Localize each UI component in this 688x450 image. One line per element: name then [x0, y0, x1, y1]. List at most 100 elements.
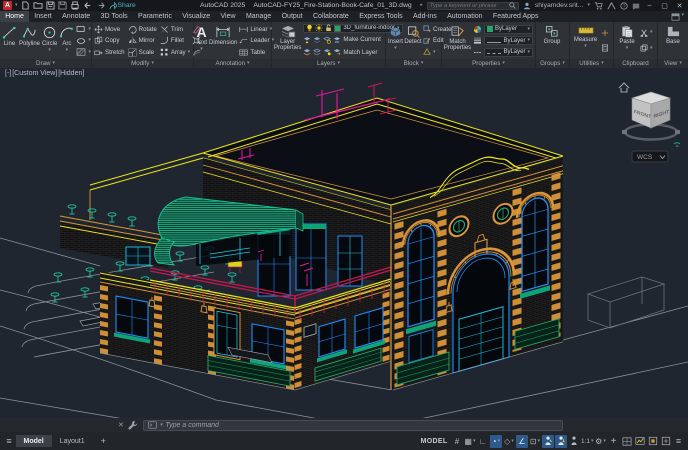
tab-featured-apps[interactable]: Featured Apps	[488, 11, 544, 22]
ortho-toggle[interactable]: ∟	[477, 435, 489, 448]
viewcube-home-icon[interactable]	[618, 82, 630, 93]
viewcube-network-icon[interactable]	[673, 142, 681, 147]
isometric-drafting-toggle[interactable]: ◇ ▾	[503, 435, 515, 448]
ellipse-tool[interactable]: ▾	[76, 35, 91, 46]
tab-insert[interactable]: Insert	[29, 11, 57, 22]
layout1-tab[interactable]: Layout1	[52, 435, 93, 447]
layout-menu-icon[interactable]: ≡	[3, 435, 15, 448]
snap-toggle[interactable]: ▦ ▾	[464, 435, 476, 448]
copy-clip-tool[interactable]: ▾	[640, 43, 653, 54]
polyline-tool[interactable]: Polyline	[19, 23, 40, 58]
object-snap-toggle[interactable]: ⊡ ▾	[529, 435, 541, 448]
trim-tool[interactable]: Trim	[160, 24, 190, 35]
units-icon[interactable]	[621, 435, 633, 448]
move-tool[interactable]: Move	[94, 24, 125, 35]
model-space-canvas[interactable]: [-] [Custom View] [Hidden] FRONT RIGHT W…	[0, 68, 688, 418]
tab-view[interactable]: View	[215, 11, 240, 22]
viewcube[interactable]: FRONT RIGHT WCS	[618, 82, 681, 163]
linear-dimension-tool[interactable]: Linear ▾	[239, 24, 274, 35]
stretch-tool[interactable]: Stretch	[94, 47, 125, 58]
clean-screen-icon[interactable]	[660, 435, 672, 448]
workspace-switching[interactable]: ⚙ ▾	[595, 435, 607, 448]
measure-tool[interactable]: Measure ▾	[572, 23, 599, 58]
scale-tool[interactable]: Scale	[128, 47, 157, 58]
panel-label-block[interactable]: Block ▾	[386, 59, 441, 68]
match-properties-button[interactable]: Match Properties	[444, 23, 471, 58]
minimize-button[interactable]: –	[644, 2, 655, 9]
array-tool[interactable]: Array ▾	[160, 47, 190, 58]
circle-tool[interactable]: Circle ▾	[42, 23, 57, 58]
hatch-tool[interactable]: ▾	[76, 47, 91, 58]
user-avatar-icon[interactable]	[523, 2, 531, 10]
app-menu-button[interactable]: A	[3, 1, 12, 10]
cut-tool[interactable]: ▾	[640, 27, 653, 38]
layer-properties-button[interactable]: Layer Properties	[274, 23, 301, 58]
circle-chevron-icon[interactable]: ▾	[48, 48, 51, 53]
save-icon[interactable]	[45, 1, 55, 10]
user-menu-chevron-icon[interactable]: ▾	[587, 3, 590, 8]
object-snap-tracking-toggle[interactable]: ∠	[515, 434, 528, 448]
paste-button[interactable]: Paste ▾	[616, 23, 638, 58]
tab-annotate[interactable]: Annotate	[57, 11, 95, 22]
autodesk-logo-icon[interactable]	[607, 1, 616, 10]
wireframe-drawing[interactable]: FRONT RIGHT WCS	[0, 68, 688, 418]
maximize-button[interactable]: ▢	[659, 2, 670, 10]
layer-freeze-sun-icon[interactable]	[315, 24, 324, 32]
close-button[interactable]: ✕	[674, 2, 685, 10]
arc-tool[interactable]: Arc ▾	[59, 23, 74, 58]
text-tool[interactable]: A Text ▾	[196, 23, 207, 58]
help-icon[interactable]: ?	[620, 1, 628, 10]
panel-label-layers[interactable]: Layers ▾	[272, 59, 385, 68]
grid-toggle[interactable]: #	[451, 435, 463, 448]
group-tool[interactable]: Group	[538, 23, 566, 58]
undo-icon[interactable]	[83, 1, 93, 10]
leader-tool[interactable]: Leader ▾	[239, 35, 274, 46]
id-point-tool[interactable]	[601, 27, 609, 38]
viewport-menu-control[interactable]: [-]	[5, 70, 11, 77]
insert-block-tool[interactable]: Insert ▾	[388, 23, 403, 58]
mirror-tool[interactable]: Mirror	[128, 35, 157, 46]
tab-collaborate[interactable]: Collaborate	[308, 11, 354, 22]
open-folder-icon[interactable]	[33, 1, 43, 10]
quick-calc-tool[interactable]	[601, 43, 609, 54]
model-tab[interactable]: Model	[15, 435, 52, 447]
viewport-visual-style-control[interactable]: [Hidden]	[58, 70, 84, 77]
tab-manage[interactable]: Manage	[241, 11, 277, 22]
ribbon-display-toggle[interactable]: ▾	[671, 12, 684, 21]
app-store-cart-icon[interactable]	[594, 1, 603, 10]
layer-unlock-icon[interactable]	[325, 24, 332, 32]
polar-tracking-toggle[interactable]: ◔ ▾	[489, 434, 502, 448]
left-block-se-facade[interactable]	[294, 279, 390, 391]
line-tool[interactable]: Line	[2, 23, 17, 58]
annotation-autoscale-toggle[interactable]	[554, 434, 567, 448]
rotate-tool[interactable]: Rotate	[128, 24, 157, 35]
command-input[interactable]: ▾ Type a command	[142, 419, 563, 431]
tab-automation[interactable]: Automation	[442, 11, 488, 22]
arc-chevron-icon[interactable]: ▾	[66, 48, 69, 53]
new-layout-button[interactable]: +	[93, 434, 114, 449]
fillet-tool[interactable]: Fillet	[160, 35, 190, 46]
panel-label-view[interactable]: View ▾	[658, 59, 688, 68]
viewport-view-control[interactable]: [Custom View]	[12, 70, 57, 77]
annotation-scale-value[interactable]: 1:1 ▾	[581, 435, 594, 448]
detect-block-tool[interactable]: Detect	[404, 23, 422, 58]
graphics-performance-icon[interactable]	[634, 435, 646, 448]
panel-label-groups[interactable]: Groups ▾	[536, 59, 569, 68]
tab-express-tools[interactable]: Express Tools	[354, 11, 408, 22]
notifications-icon[interactable]	[632, 2, 640, 10]
layer-on-bulb-icon[interactable]	[306, 24, 313, 32]
annotation-scale-icon[interactable]	[568, 435, 580, 448]
panel-label-properties[interactable]: Properties ▾	[442, 59, 535, 68]
command-close-icon[interactable]: ✕	[118, 421, 124, 429]
rectangle-tool[interactable]: ▾	[76, 24, 91, 35]
panel-label-modify[interactable]: Modify ▾	[92, 59, 193, 68]
signed-in-user[interactable]: shiyamdev.srit...	[535, 2, 584, 9]
annotation-monitor-plus[interactable]: +	[608, 435, 620, 448]
panel-label-annotation[interactable]: Annotation ▾	[194, 59, 271, 68]
object-color-dropdown[interactable]: ByLayer ▾	[484, 24, 533, 34]
isolate-objects-icon[interactable]	[647, 435, 659, 448]
plot-icon[interactable]	[70, 1, 80, 10]
search-box[interactable]	[426, 1, 519, 10]
new-file-icon[interactable]	[21, 1, 30, 10]
right-site-structure[interactable]	[586, 276, 666, 329]
